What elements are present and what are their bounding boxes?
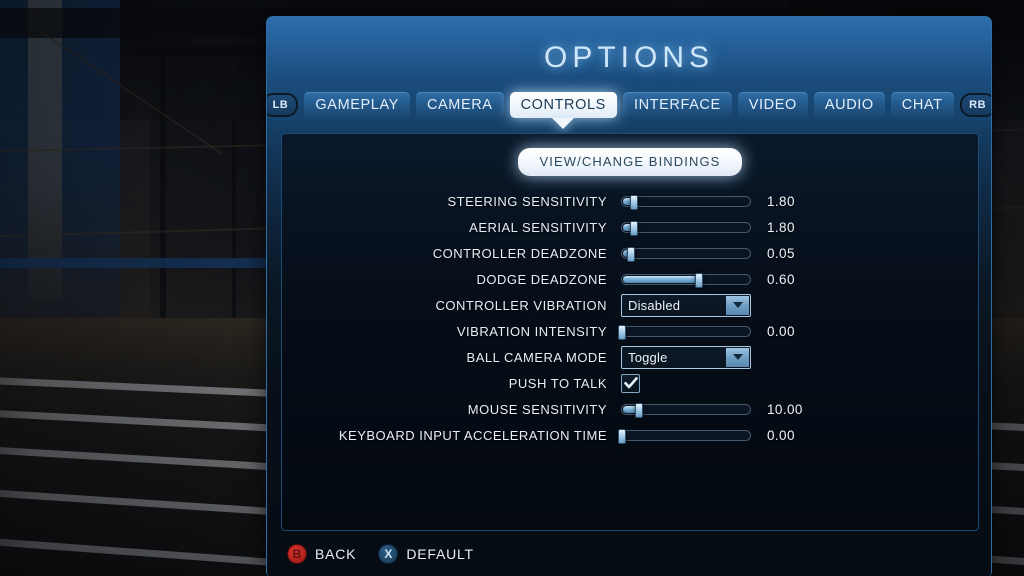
setting-value: 0.00	[767, 323, 795, 339]
footer-prompts: B BACK X DEFAULT	[287, 544, 474, 564]
settings-content-panel: VIEW/CHANGE BINDINGS STEERING SENSITIVIT…	[281, 133, 979, 531]
right-bumper-hint: RB	[959, 93, 991, 117]
chevron-down-icon[interactable]	[726, 347, 749, 367]
tab-gameplay[interactable]: GAMEPLAY	[304, 92, 410, 118]
tab-camera[interactable]: CAMERA	[415, 92, 504, 118]
setting-control	[621, 194, 757, 210]
setting-control	[621, 220, 757, 236]
setting-value: 0.60	[767, 271, 795, 287]
slider-handle[interactable]	[629, 220, 638, 236]
slider-handle[interactable]	[629, 194, 638, 210]
tab-controls-label: CONTROLS	[520, 97, 606, 113]
setting-control	[621, 246, 757, 262]
setting-control	[621, 402, 757, 418]
slider-handle[interactable]	[618, 324, 626, 340]
setting-row-controller-vibration: CONTROLLER VIBRATION Disabled	[282, 292, 978, 318]
setting-label: STEERING SENSITIVITY	[447, 193, 607, 209]
slider-handle[interactable]	[618, 428, 626, 444]
setting-label: VIBRATION INTENSITY	[456, 323, 607, 339]
active-tab-caret-icon	[552, 118, 575, 129]
slider-vibration-intensity[interactable]	[618, 324, 751, 340]
tab-interface[interactable]: INTERFACE	[622, 92, 732, 118]
setting-row-ball-camera-mode: BALL CAMERA MODE Toggle	[282, 344, 978, 370]
setting-control	[621, 373, 757, 393]
slider-handle[interactable]	[626, 246, 635, 262]
setting-row-dodge-deadzone: DODGE DEADZONE 0.60	[282, 266, 978, 292]
page-title: OPTIONS	[543, 41, 714, 74]
button-x-icon: X	[378, 544, 399, 564]
setting-value: 0.00	[767, 427, 795, 443]
settings-list: STEERING SENSITIVITY 1.80 AERIAL SENSITIVI…	[282, 188, 978, 448]
setting-value: 10.00	[767, 401, 803, 417]
dropdown-ball-camera-mode[interactable]: Toggle	[621, 345, 751, 369]
setting-control: Toggle	[621, 345, 757, 369]
bindings-button-row: VIEW/CHANGE BINDINGS	[282, 134, 978, 176]
tab-controls[interactable]: CONTROLS	[509, 92, 617, 129]
left-bumper-hint: LB	[267, 93, 299, 117]
slider-handle[interactable]	[694, 272, 703, 288]
setting-label: KEYBOARD INPUT ACCELERATION TIME	[338, 427, 607, 443]
setting-label: AERIAL SENSITIVITY	[469, 219, 607, 235]
setting-label: DODGE DEADZONE	[476, 271, 607, 287]
setting-value: 1.80	[767, 219, 795, 235]
setting-label: BALL CAMERA MODE	[466, 349, 607, 365]
dropdown-controller-vibration[interactable]: Disabled	[621, 293, 751, 317]
setting-row-controller-deadzone: CONTROLLER DEADZONE 0.05	[282, 240, 978, 266]
default-prompt[interactable]: X DEFAULT	[378, 544, 474, 564]
setting-row-keyboard-input-acceleration-time: KEYBOARD INPUT ACCELERATION TIME 0.00	[282, 422, 978, 448]
dropdown-selected-value: Toggle	[628, 349, 668, 365]
tab-bar: LB GAMEPLAY CAMERA CONTROLS INTERFACE VI…	[267, 92, 991, 129]
slider-controller-deadzone[interactable]	[621, 246, 751, 262]
slider-keyboard-input-acceleration-time[interactable]	[618, 428, 751, 444]
tab-chat[interactable]: CHAT	[890, 92, 954, 118]
slider-aerial-sensitivity[interactable]	[621, 220, 751, 236]
button-b-icon: B	[287, 544, 307, 564]
slider-mouse-sensitivity[interactable]	[621, 402, 751, 418]
setting-control: Disabled	[621, 293, 757, 317]
setting-control	[621, 272, 757, 288]
setting-row-aerial-sensitivity: AERIAL SENSITIVITY 1.80	[282, 214, 978, 240]
setting-row-steering-sensitivity: STEERING SENSITIVITY 1.80	[282, 188, 978, 214]
options-panel: OPTIONS LB GAMEPLAY CAMERA CONTROLS INTE…	[266, 16, 992, 576]
setting-label: MOUSE SENSITIVITY	[467, 401, 607, 417]
tab-video[interactable]: VIDEO	[737, 92, 808, 118]
slider-dodge-deadzone[interactable]	[621, 272, 751, 288]
default-label: DEFAULT	[406, 546, 474, 562]
slider-fill	[623, 275, 700, 283]
setting-value: 0.05	[767, 245, 795, 261]
setting-control	[618, 324, 757, 340]
slider-handle[interactable]	[634, 402, 643, 418]
dropdown-selected-value: Disabled	[628, 297, 681, 313]
slider-steering-sensitivity[interactable]	[621, 194, 751, 210]
view-change-bindings-button[interactable]: VIEW/CHANGE BINDINGS	[517, 148, 743, 176]
setting-control	[618, 428, 757, 444]
back-prompt[interactable]: B BACK	[287, 544, 356, 564]
tab-audio[interactable]: AUDIO	[813, 92, 885, 118]
setting-row-mouse-sensitivity: MOUSE SENSITIVITY 10.00	[282, 396, 978, 422]
setting-value: 1.80	[767, 193, 795, 209]
chevron-down-icon[interactable]	[726, 295, 749, 315]
setting-label: CONTROLLER DEADZONE	[432, 245, 607, 261]
setting-row-push-to-talk: PUSH TO TALK	[282, 370, 978, 396]
setting-label: CONTROLLER VIBRATION	[435, 297, 607, 313]
check-icon	[623, 377, 638, 389]
back-label: BACK	[315, 546, 357, 562]
checkbox-push-to-talk[interactable]	[621, 373, 640, 393]
setting-row-vibration-intensity: VIBRATION INTENSITY 0.00	[282, 318, 978, 344]
setting-label: PUSH TO TALK	[508, 375, 607, 391]
